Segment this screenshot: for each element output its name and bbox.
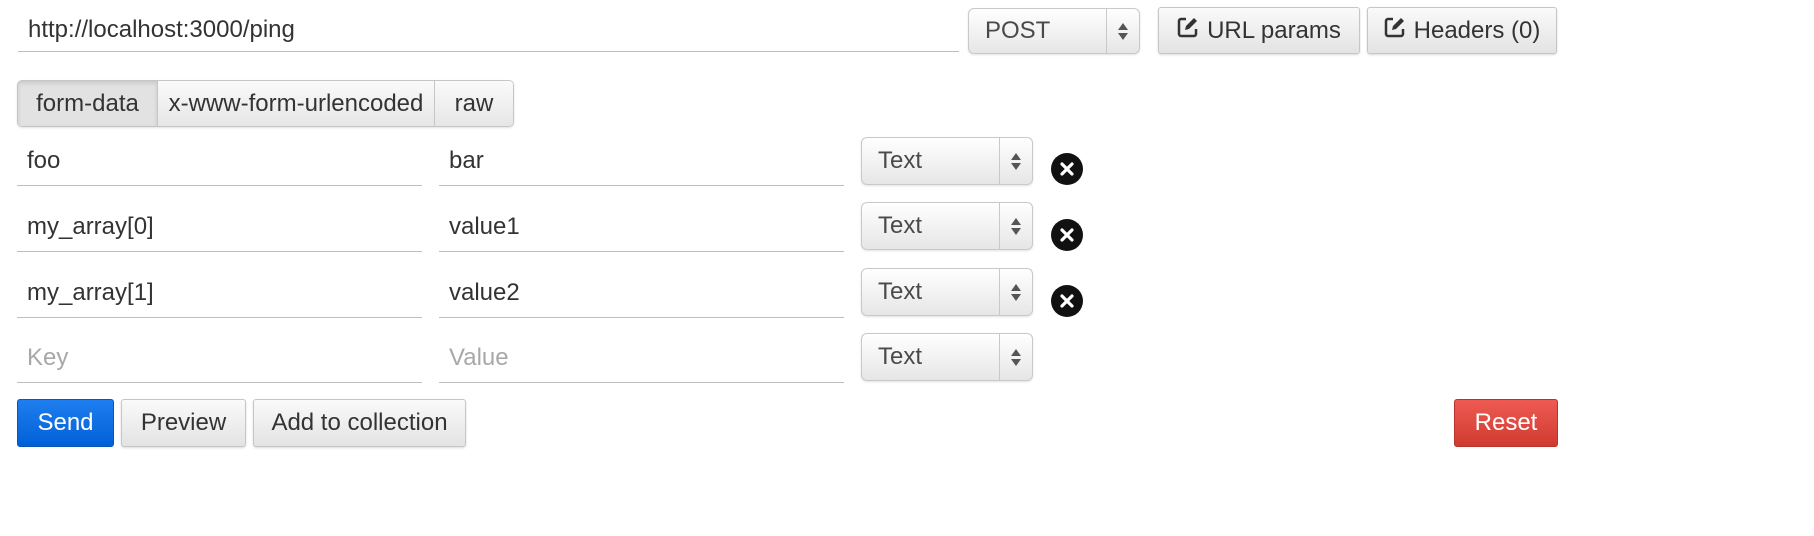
reset-button[interactable]: Reset [1454,399,1558,447]
select-arrows-icon [999,269,1032,315]
type-select[interactable]: Text [861,137,1033,185]
select-arrows-icon [999,334,1032,380]
value-input[interactable] [439,268,844,318]
tab-x-www-form-urlencoded[interactable]: x-www-form-urlencoded [158,81,435,126]
method-select[interactable]: POST [968,8,1140,54]
new-key-input[interactable] [17,333,422,383]
type-select[interactable]: Text [861,268,1033,316]
select-arrows-icon [1106,9,1139,53]
preview-button[interactable]: Preview [121,399,246,447]
key-input[interactable] [17,202,422,252]
key-input[interactable] [17,268,422,318]
method-value: POST [985,17,1051,44]
type-value: Text [878,147,923,174]
type-select[interactable]: Text [861,202,1033,250]
headers-button[interactable]: Headers (0) [1367,7,1557,54]
send-button[interactable]: Send [17,399,114,447]
type-value: Text [878,343,923,370]
type-select[interactable]: Text [861,333,1033,381]
url-params-button[interactable]: URL params [1158,7,1360,54]
delete-row-button[interactable] [1051,219,1083,251]
edit-icon [1384,16,1414,45]
select-arrows-icon [999,138,1032,184]
type-value: Text [878,212,923,239]
delete-row-button[interactable] [1051,153,1083,185]
close-circle-icon [1060,228,1074,242]
close-circle-icon [1060,294,1074,308]
value-input[interactable] [439,202,844,252]
new-value-input[interactable] [439,333,844,383]
key-input[interactable] [17,136,422,186]
close-circle-icon [1060,162,1074,176]
edit-icon [1177,16,1207,45]
delete-row-button[interactable] [1051,285,1083,317]
body-type-tabs: form-data x-www-form-urlencoded raw [17,80,514,127]
url-input[interactable] [18,8,959,52]
headers-label: Headers (0) [1413,16,1541,44]
value-input[interactable] [439,136,844,186]
tab-form-data[interactable]: form-data [18,81,158,126]
tab-raw[interactable]: raw [435,81,513,126]
select-arrows-icon [999,203,1032,249]
url-params-label: URL params [1207,16,1341,44]
type-value: Text [878,278,923,305]
add-to-collection-button[interactable]: Add to collection [253,399,466,447]
